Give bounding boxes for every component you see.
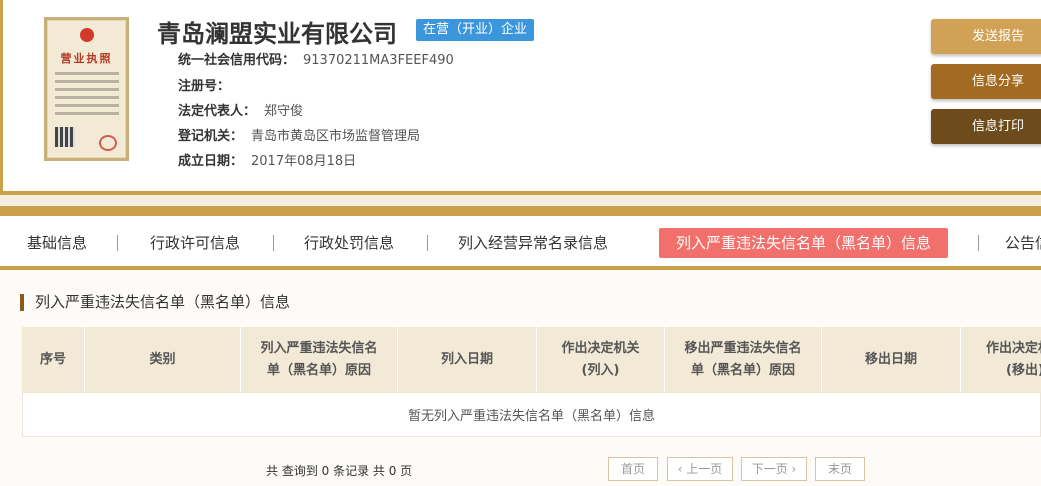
tab-basic-info[interactable]: 基础信息 — [27, 228, 87, 258]
tab-divider — [273, 235, 274, 251]
section-gap — [0, 195, 1041, 206]
column-header: 移出严重违法失信名单（黑名单）原因 — [665, 327, 822, 392]
info-label: 成立日期： — [178, 154, 244, 169]
first-page-button[interactable]: 首页 — [608, 457, 658, 481]
tab-admin-penalty[interactable]: 行政处罚信息 — [304, 228, 394, 258]
license-text-lines — [55, 72, 119, 120]
info-label: 登记机关： — [178, 129, 244, 144]
company-header: 营业执照 青岛澜盟实业有限公司 在营（开业）企业 统一社会信用代码： 913702… — [0, 0, 1041, 195]
info-label: 法定代表人： — [178, 104, 257, 119]
tab-divider — [427, 235, 428, 251]
business-license-image[interactable]: 营业执照 — [44, 17, 129, 161]
column-header: 列入严重违法失信名单（黑名单）原因 — [241, 327, 398, 392]
next-page-button[interactable]: 下一页 › — [741, 457, 807, 481]
info-label: 统一社会信用代码： — [178, 53, 296, 68]
section-title: 列入严重违法失信名单（黑名单）信息 — [20, 294, 290, 311]
info-credit-code: 统一社会信用代码： 91370211MA3FEEF490 — [178, 49, 454, 68]
tab-admin-license[interactable]: 行政许可信息 — [150, 228, 240, 258]
column-header: 列入日期 — [398, 327, 537, 392]
send-report-button[interactable]: 发送报告 — [931, 19, 1041, 54]
print-info-button[interactable]: 信息打印 — [931, 109, 1041, 144]
tab-divider — [978, 235, 979, 251]
table-empty-row: 暂无列入严重违法失信名单（黑名单）信息 — [22, 392, 1041, 437]
license-title: 营业执照 — [60, 52, 113, 65]
info-value: 郑守俊 — [264, 104, 304, 119]
info-value: 91370211MA3FEEF490 — [303, 53, 454, 68]
tab-abnormal-list[interactable]: 列入经营异常名录信息 — [458, 228, 608, 258]
seal-icon — [99, 135, 117, 151]
info-label: 注册号： — [178, 79, 231, 94]
tabs-top-border — [0, 206, 1041, 216]
info-legal-rep: 法定代表人： 郑守俊 — [178, 100, 303, 119]
tab-announcements[interactable]: 公告信息 — [1005, 228, 1041, 258]
header-left-border — [0, 0, 3, 194]
info-value: 青岛市黄岛区市场监督管理局 — [251, 129, 421, 144]
pager-summary: 共 查询到 0 条记录 共 0 页 — [266, 464, 413, 478]
tab-blacklist[interactable]: 列入严重违法失信名单（黑名单）信息 — [659, 228, 949, 258]
column-header: 序号 — [22, 327, 85, 392]
status-badge: 在营（开业）企业 — [416, 19, 535, 41]
qr-code-icon — [55, 127, 75, 147]
info-reg-no: 注册号： — [178, 75, 238, 94]
tab-bar: 基础信息 行政许可信息 行政处罚信息 列入经营异常名录信息 列入严重违法失信名单… — [0, 216, 1041, 269]
tab-divider — [117, 235, 118, 251]
last-page-button[interactable]: 末页 — [815, 457, 865, 481]
column-header: 作出决定机关(列入) — [537, 327, 665, 392]
info-authority: 登记机关： 青岛市黄岛区市场监督管理局 — [178, 125, 420, 144]
table-header: 序号 类别 列入严重违法失信名单（黑名单）原因 列入日期 作出决定机关(列入) … — [22, 327, 1041, 392]
prev-page-button[interactable]: ‹ 上一页 — [667, 457, 733, 481]
column-header: 作出决定机关(移出) — [985, 340, 1041, 378]
info-founded: 成立日期： 2017年08月18日 — [178, 150, 356, 169]
share-info-button[interactable]: 信息分享 — [931, 64, 1041, 99]
national-emblem-icon — [80, 28, 94, 42]
company-name: 青岛澜盟实业有限公司 — [157, 20, 397, 48]
info-value: 2017年08月18日 — [251, 154, 357, 169]
column-header: 移出日期 — [822, 327, 961, 392]
column-header: 类别 — [85, 327, 241, 392]
